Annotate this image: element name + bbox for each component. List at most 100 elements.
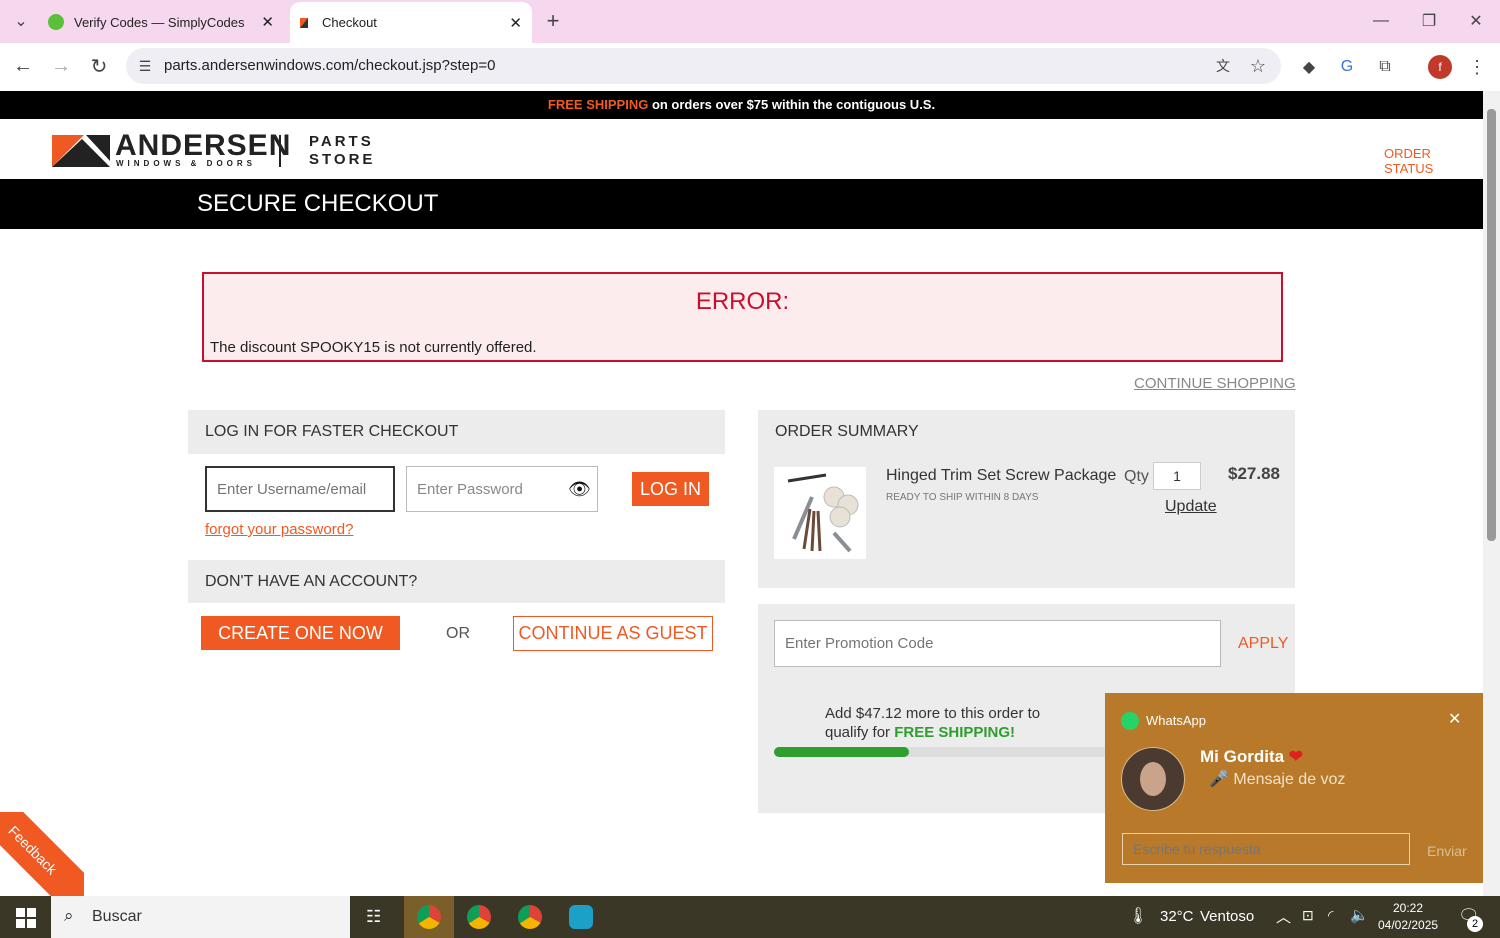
contact-avatar (1121, 747, 1185, 811)
product-availability: READY TO SHIP WITHIN 8 DAYS (886, 492, 1039, 503)
clock-time: 20:22 (1392, 901, 1424, 915)
google-translate-extension-icon[interactable]: G (1334, 54, 1360, 80)
qty-label: Qty (1124, 468, 1149, 485)
product-name[interactable]: Hinged Trim Set Screw Package (886, 467, 1116, 485)
whatsapp-app-name: WhatsApp (1146, 713, 1206, 728)
forward-icon[interactable]: → (48, 53, 74, 79)
simplycodes-favicon-icon (48, 14, 64, 30)
page-title: SECURE CHECKOUT (197, 190, 439, 217)
order-summary-heading: ORDER SUMMARY (775, 423, 919, 440)
shipping-progress-fill (774, 747, 909, 757)
password-placeholder: Enter Password (417, 480, 523, 498)
show-hidden-icons-icon[interactable]: ︿ (1276, 906, 1291, 927)
apply-promo-button[interactable]: APPLY (1238, 635, 1288, 653)
restore-icon[interactable]: ❐ (1416, 8, 1442, 34)
error-alert: ERROR: The discount SPOOKY15 is not curr… (202, 272, 1283, 362)
send-button[interactable]: Enviar (1427, 843, 1467, 859)
vpn-app-icon[interactable] (569, 905, 593, 929)
continue-shopping-link[interactable]: CONTINUE SHOPPING (1134, 375, 1296, 392)
profile-avatar[interactable]: f (1428, 55, 1452, 79)
extensions-puzzle-icon[interactable]: ⧉ (1372, 54, 1398, 80)
bookmark-star-icon[interactable]: ☆ (1246, 54, 1270, 78)
close-window-icon[interactable]: ✕ (1463, 8, 1489, 34)
free-shipping-message: Add $47.12 more to this order to qualify… (825, 704, 1040, 742)
meet-icon[interactable]: ⊡ (1302, 907, 1314, 924)
or-label: OR (446, 625, 470, 642)
close-tab-icon[interactable]: ✕ (509, 14, 522, 32)
extension-icon[interactable]: ◆ (1296, 54, 1322, 80)
tab-checkout[interactable]: Checkout ✕ (290, 2, 532, 43)
windows-taskbar: ⌕ Buscar ☷ 🌡 32°C Ventoso ︿ ⊡ ◜ 🔈 20:22 … (0, 896, 1500, 938)
product-price: $27.88 (1228, 464, 1280, 483)
create-account-button[interactable]: CREATE ONE NOW (201, 616, 400, 650)
quantity-input[interactable] (1153, 462, 1201, 490)
taskbar-search[interactable]: ⌕ Buscar (51, 896, 350, 938)
forgot-password-link[interactable]: forgot your password? (205, 521, 353, 538)
show-password-eye-icon[interactable]: 👁 (568, 479, 591, 500)
translate-icon[interactable]: 文 (1211, 54, 1235, 78)
andersen-logo-mark-icon[interactable] (52, 135, 110, 167)
order-summary-panel: ORDER SUMMARY Hinged Trim Set Screw Pack… (758, 410, 1295, 588)
weather-temp[interactable]: 32°C (1160, 908, 1194, 925)
username-input[interactable] (205, 466, 395, 512)
register-heading: DON'T HAVE AN ACCOUNT? (205, 573, 418, 590)
error-title: ERROR: (695, 288, 790, 315)
shipping-progress-track (774, 747, 1138, 757)
update-quantity-link[interactable]: Update (1165, 498, 1217, 516)
password-field[interactable]: Enter Password 👁 (406, 466, 598, 512)
tab-verify-codes[interactable]: Verify Codes — SimplyCodes ✕ (48, 6, 280, 38)
back-icon[interactable]: ← (10, 53, 36, 79)
reload-icon[interactable]: ↻ (86, 53, 112, 79)
weather-icon[interactable]: 🌡 (1128, 906, 1148, 926)
notification-count-badge: 2 (1467, 916, 1483, 932)
andersen-favicon-icon (300, 17, 308, 28)
weather-condition[interactable]: Ventoso (1200, 908, 1254, 925)
register-panel-header: DON'T HAVE AN ACCOUNT? (188, 560, 725, 603)
tab-title: Verify Codes — SimplyCodes (74, 14, 245, 30)
new-tab-icon[interactable]: + (540, 8, 566, 34)
url-text: parts.andersenwindows.com/checkout.jsp?s… (164, 57, 496, 74)
close-tab-icon[interactable]: ✕ (261, 13, 274, 31)
promo-code-input[interactable] (774, 620, 1221, 667)
windows-start-icon[interactable] (16, 908, 36, 928)
continue-as-guest-button[interactable]: CONTINUE AS GUEST (513, 616, 713, 651)
site-info-icon[interactable]: ☰ (134, 54, 156, 78)
clock-date: 04/02/2025 (1378, 918, 1439, 932)
contact-name: Mi Gordita ❤ (1200, 747, 1304, 766)
log-in-button[interactable]: LOG IN (632, 472, 709, 506)
task-view-icon[interactable]: ☷ (366, 907, 381, 927)
product-image[interactable] (774, 467, 866, 559)
shipping-line-1: Add $47.12 more to this order to (825, 705, 1041, 722)
error-message: The discount SPOOKY15 is not currently o… (210, 339, 537, 356)
scrollbar-thumb[interactable] (1487, 109, 1496, 541)
promo-text: on orders over $75 within the contiguous… (648, 97, 936, 112)
site-header: ANDERSEN WINDOWS & DOORS PARTS STORE ORD… (0, 119, 1483, 179)
order-status-link[interactable]: ORDER STATUS (1384, 146, 1483, 176)
tab-search-dropdown-icon[interactable]: ⌄ (8, 8, 34, 34)
chrome-icon[interactable] (518, 905, 542, 929)
whatsapp-notification: WhatsApp ✕ Mi Gordita ❤ 🎤 Mensaje de voz… (1105, 693, 1483, 883)
chrome-icon (417, 905, 441, 929)
chrome-icon[interactable] (467, 905, 491, 929)
message-preview: 🎤 Mensaje de voz (1209, 771, 1346, 788)
promo-highlight: FREE SHIPPING (547, 97, 649, 112)
volume-icon[interactable]: 🔈 (1350, 906, 1369, 924)
menu-kebab-icon[interactable]: ⋮ (1466, 54, 1488, 80)
shipping-line-2: qualify for (825, 724, 895, 741)
secure-checkout-bar: SECURE CHECKOUT (0, 179, 1483, 229)
minimize-icon[interactable]: — (1368, 8, 1394, 34)
tab-title: Checkout (322, 15, 377, 30)
free-shipping-highlight: FREE SHIPPING! (894, 724, 1016, 741)
browser-tab-bar: ⌄ Verify Codes — SimplyCodes ✕ Checkout … (0, 0, 1500, 43)
feedback-tab[interactable]: Feedback (0, 812, 84, 896)
close-notification-icon[interactable]: ✕ (1448, 709, 1461, 729)
clock[interactable]: 20:22 04/02/2025 (1378, 900, 1438, 934)
taskbar-search-label: Buscar (92, 908, 142, 925)
taskbar-chrome-active[interactable] (404, 896, 454, 938)
free-shipping-banner: FREE SHIPPING on orders over $75 within … (0, 91, 1483, 119)
search-icon: ⌕ (64, 906, 74, 925)
page-scrollbar[interactable] (1483, 91, 1500, 896)
address-bar[interactable]: ☰ parts.andersenwindows.com/checkout.jsp… (126, 48, 1281, 84)
wifi-icon[interactable]: ◜ (1328, 907, 1333, 924)
reply-input[interactable] (1122, 833, 1410, 865)
